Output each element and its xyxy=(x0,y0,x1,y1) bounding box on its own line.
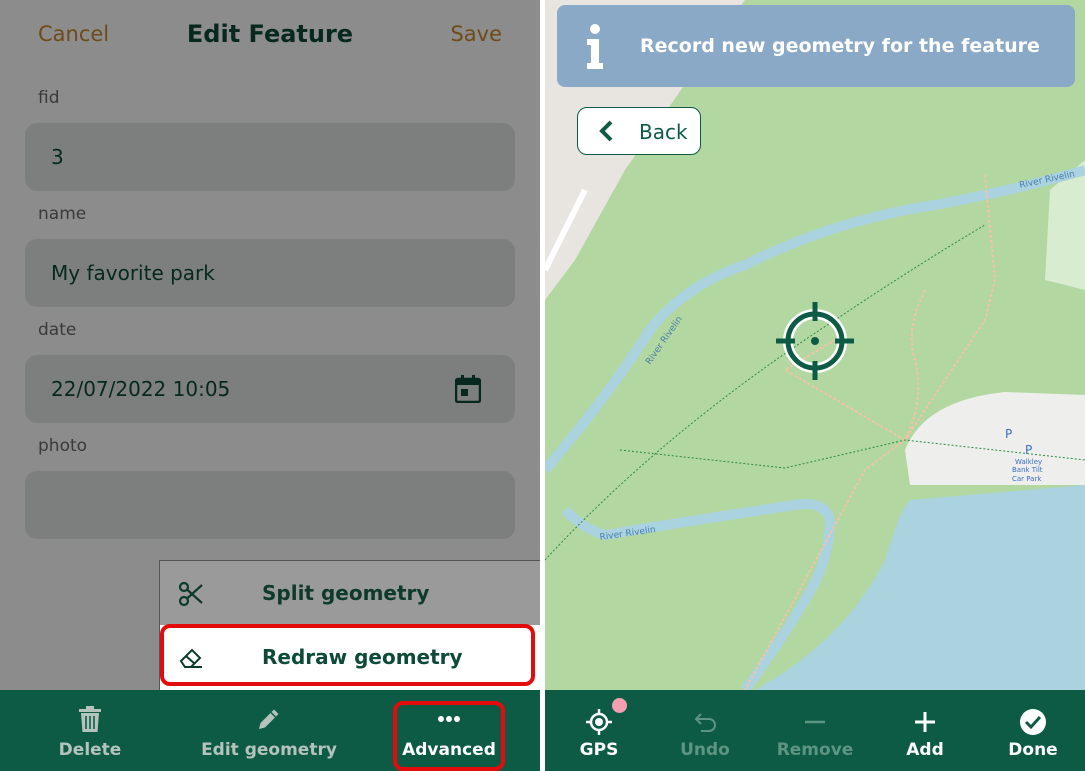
remove-button[interactable]: Remove xyxy=(761,690,869,771)
gps-icon xyxy=(586,709,612,735)
minus-icon xyxy=(805,720,825,724)
trash-icon xyxy=(79,706,101,732)
done-button[interactable]: Done xyxy=(981,690,1085,771)
delete-label: Delete xyxy=(58,740,122,760)
check-circle-icon xyxy=(1020,709,1046,735)
advanced-highlight xyxy=(393,701,505,771)
split-geometry-item[interactable]: Split geometry xyxy=(160,561,540,625)
parking-label-1: P xyxy=(1005,427,1012,441)
info-banner: Record new geometry for the feature xyxy=(557,5,1075,87)
plus-icon xyxy=(915,712,935,732)
edit-feature-panel: Cancel Edit Feature Save fid 3 name My f… xyxy=(0,0,540,771)
edit-geometry-button[interactable]: Edit geometry xyxy=(190,690,348,771)
banner-text: Record new geometry for the feature xyxy=(640,35,1040,57)
split-geometry-label: Split geometry xyxy=(262,581,430,605)
back-button[interactable]: Back xyxy=(577,107,701,155)
redraw-highlight xyxy=(160,624,535,686)
map-toolbar: GPS Undo Remove Add Done xyxy=(545,690,1085,771)
edit-geometry-label: Edit geometry xyxy=(201,740,337,760)
chevron-left-icon xyxy=(599,120,613,142)
scissors-icon xyxy=(178,581,203,607)
car-park-label-3: Car Park xyxy=(1012,475,1042,483)
done-label: Done xyxy=(1008,740,1058,760)
car-park-label-1: Walkley xyxy=(1015,458,1042,466)
undo-button[interactable]: Undo xyxy=(651,690,759,771)
map-panel: River Rivelin River Rivelin River Riveli… xyxy=(545,0,1085,771)
gps-status-dot xyxy=(612,698,627,713)
parking-label-2: P xyxy=(1025,443,1032,457)
remove-label: Remove xyxy=(776,740,854,760)
back-label: Back xyxy=(639,120,688,144)
gps-label: GPS xyxy=(579,740,619,760)
car-park-area xyxy=(905,392,1085,485)
lake xyxy=(755,485,1085,690)
delete-button[interactable]: Delete xyxy=(30,690,150,771)
undo-label: Undo xyxy=(680,740,730,760)
car-park-label-2: Bank Tilt xyxy=(1012,466,1043,474)
add-label: Add xyxy=(906,740,944,760)
info-icon xyxy=(587,24,603,69)
undo-icon xyxy=(694,713,716,732)
gps-button[interactable]: GPS xyxy=(545,690,653,771)
add-button[interactable]: Add xyxy=(871,690,979,771)
pencil-icon xyxy=(259,709,279,729)
